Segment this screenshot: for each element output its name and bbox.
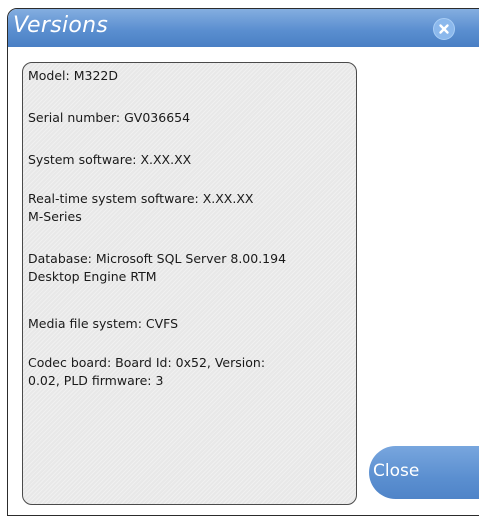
realtime-software-text: Real-time system software: X.XX.XX [28,191,254,206]
codec-board-text: Codec board: Board Id: 0x52, Version: [28,355,266,370]
versions-dialog: Versions Model: M322D Serial number: GV0… [7,8,479,516]
serial-number-text: Serial number: GV036654 [28,110,191,125]
model-text: Model: M322D [28,68,118,83]
realtime-software-text-2: M-Series [28,209,82,224]
database-text-2: Desktop Engine RTM [28,269,157,284]
media-file-system-text: Media file system: CVFS [28,316,179,331]
close-x-icon[interactable] [433,18,455,40]
version-info-panel: Model: M322D Serial number: GV036654 Sys… [22,62,357,505]
title-bar: Versions [8,9,479,47]
close-button[interactable]: Close [369,446,479,499]
database-text: Database: Microsoft SQL Server 8.00.194 [28,251,287,266]
codec-board-text-2: 0.02, PLD firmware: 3 [28,373,164,388]
dialog-title: Versions [13,13,109,38]
close-button-label: Close [373,461,420,481]
system-software-text: System software: X.XX.XX [28,152,192,167]
